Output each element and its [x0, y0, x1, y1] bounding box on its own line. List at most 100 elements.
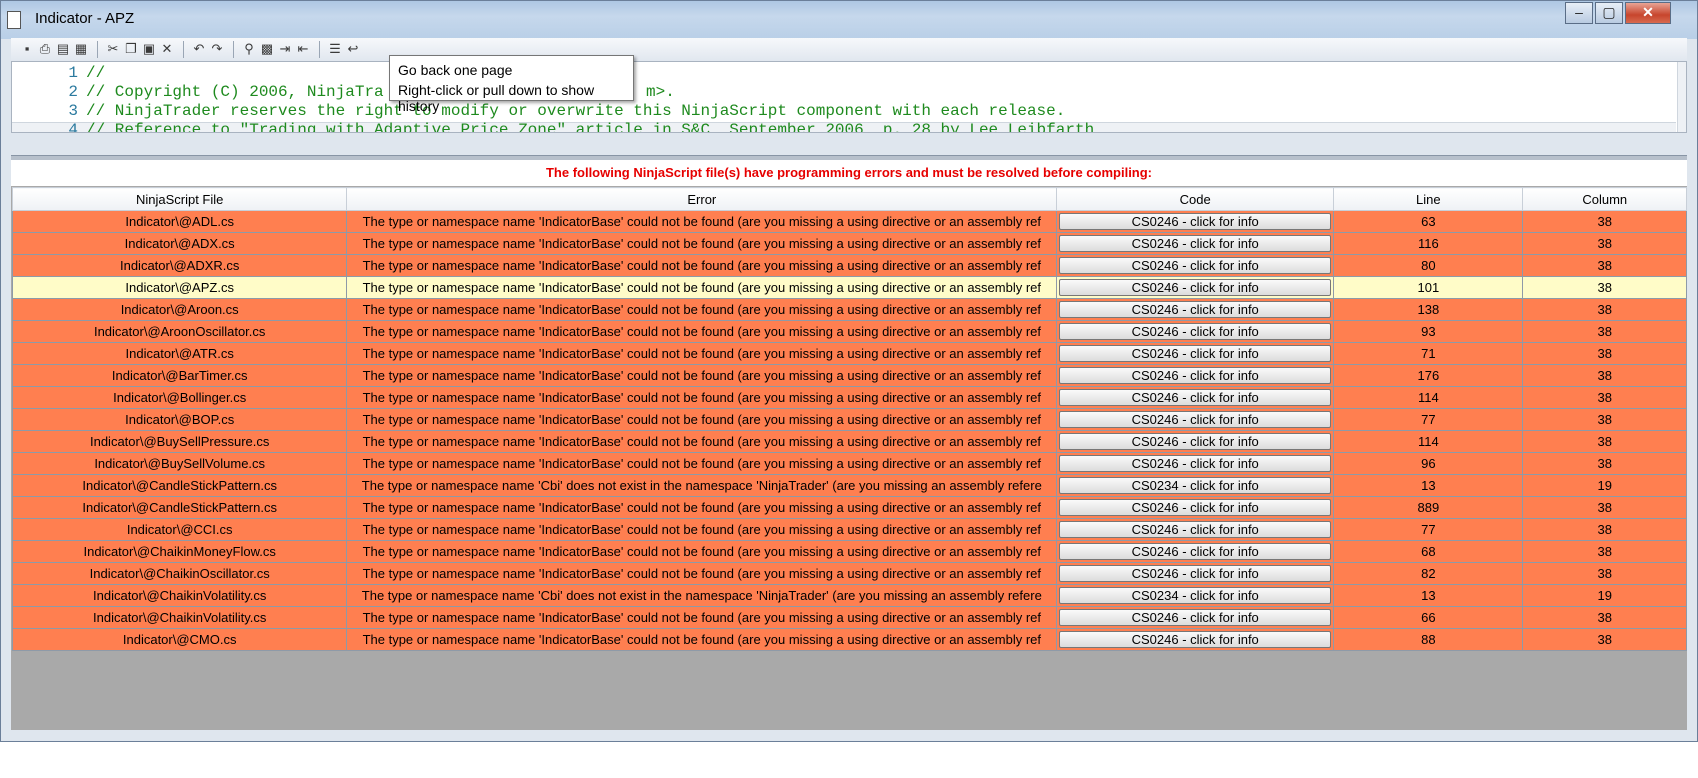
- cell-code: CS0246 - click for info: [1056, 364, 1335, 387]
- code-editor[interactable]: 1//2// Copyright (C) 2006, NinjaTra 3// N…: [11, 61, 1687, 133]
- error-row[interactable]: Indicator\@CCI.cs The type or namespace n…: [11, 518, 1687, 541]
- error-row[interactable]: Indicator\@AroonOscillator.cs The type or…: [11, 320, 1687, 343]
- cell-error: The type or namespace name 'IndicatorBas…: [346, 364, 1058, 387]
- find-icon[interactable]: ⚲: [241, 41, 257, 57]
- error-code-button[interactable]: CS0246 - click for info: [1059, 631, 1332, 648]
- cell-line: 889: [1333, 496, 1524, 519]
- cell-column: 38: [1522, 540, 1687, 563]
- error-code-button[interactable]: CS0234 - click for info: [1059, 477, 1332, 494]
- error-code-button[interactable]: CS0246 - click for info: [1059, 499, 1332, 516]
- cell-line: 176: [1333, 364, 1524, 387]
- save-icon[interactable]: ▪: [19, 41, 35, 57]
- undo-icon[interactable]: ↶: [191, 41, 207, 57]
- error-row[interactable]: Indicator\@ADXR.cs The type or namespace …: [11, 254, 1687, 277]
- code-line[interactable]: 4 // Reference to "Trading with Adaptive …: [12, 121, 1662, 133]
- replace-icon[interactable]: ▩: [259, 41, 275, 57]
- editor-vertical-scrollbar[interactable]: [1677, 62, 1686, 132]
- toolbar-separator: [183, 41, 184, 58]
- error-row[interactable]: Indicator\@CandleStickPattern.cs The type…: [11, 474, 1687, 497]
- error-row[interactable]: Indicator\@ATR.cs The type or namespace n…: [11, 342, 1687, 365]
- error-row[interactable]: Indicator\@BuySellVolume.cs The type or n…: [11, 452, 1687, 475]
- column-header-error[interactable]: Error: [346, 187, 1058, 211]
- copy-icon[interactable]: ❐: [123, 41, 139, 57]
- error-code-button[interactable]: CS0246 - click for info: [1059, 609, 1332, 626]
- error-row[interactable]: Indicator\@ChaikinVolatility.cs The type …: [11, 606, 1687, 629]
- error-code-button[interactable]: CS0234 - click for info: [1059, 587, 1332, 604]
- redo-icon[interactable]: ↷: [209, 41, 225, 57]
- line-number: 4: [68, 121, 78, 133]
- outdent-icon[interactable]: ⇤: [295, 41, 311, 57]
- error-row[interactable]: Indicator\@BuySellPressure.cs The type or…: [11, 430, 1687, 453]
- error-row[interactable]: Indicator\@CandleStickPattern.cs The type…: [11, 496, 1687, 519]
- cell-line: 66: [1333, 606, 1524, 629]
- tooltip-title: Go back one page: [398, 62, 513, 78]
- error-row[interactable]: Indicator\@APZ.cs The type or namespace n…: [11, 276, 1687, 299]
- maximize-button[interactable]: ▢: [1595, 2, 1623, 24]
- cell-file: Indicator\@Bollinger.cs: [11, 386, 348, 409]
- cell-column: 38: [1522, 320, 1687, 343]
- script-editor-window: Indicator - APZ – ▢ ✕ ▪ ⎙ ▤ ▦ ✂ ❐ ▣ ✕ ↶ ↷ ⚲ ▩ ⇥ ⇤ ☰ ↩ 1…: [0, 0, 1698, 742]
- delete-icon[interactable]: ✕: [159, 41, 175, 57]
- cell-column: 38: [1522, 496, 1687, 519]
- code-line[interactable]: 1 //: [12, 64, 1662, 84]
- error-code-button[interactable]: CS0246 - click for info: [1059, 565, 1332, 582]
- cell-column: 38: [1522, 408, 1687, 431]
- error-code-button[interactable]: CS0246 - click for info: [1059, 213, 1332, 230]
- cell-error: The type or namespace name 'IndicatorBas…: [346, 408, 1058, 431]
- error-row[interactable]: Indicator\@BarTimer.cs The type or namesp…: [11, 364, 1687, 387]
- column-header-line[interactable]: Line: [1333, 187, 1524, 211]
- cell-column: 19: [1522, 474, 1687, 497]
- cell-code: CS0246 - click for info: [1056, 606, 1335, 629]
- error-code-button[interactable]: CS0246 - click for info: [1059, 279, 1332, 296]
- error-code-button[interactable]: CS0246 - click for info: [1059, 323, 1332, 340]
- error-row[interactable]: Indicator\@ADX.cs The type or namespace n…: [11, 232, 1687, 255]
- close-button[interactable]: ✕: [1625, 2, 1671, 24]
- cell-error: The type or namespace name 'IndicatorBas…: [346, 430, 1058, 453]
- cell-error: The type or namespace name 'IndicatorBas…: [346, 518, 1058, 541]
- cell-line: 63: [1333, 210, 1524, 233]
- cell-file: Indicator\@BarTimer.cs: [11, 364, 348, 387]
- error-code-button[interactable]: CS0246 - click for info: [1059, 433, 1332, 450]
- paste-icon[interactable]: ▣: [141, 41, 157, 57]
- indent-icon[interactable]: ⇥: [277, 41, 293, 57]
- minimize-button[interactable]: –: [1565, 2, 1593, 24]
- error-row[interactable]: Indicator\@BOP.cs The type or namespace n…: [11, 408, 1687, 431]
- error-code-button[interactable]: CS0246 - click for info: [1059, 389, 1332, 406]
- error-row[interactable]: Indicator\@ChaikinMoneyFlow.cs The type o…: [11, 540, 1687, 563]
- error-code-button[interactable]: CS0246 - click for info: [1059, 301, 1332, 318]
- cell-file: Indicator\@BuySellPressure.cs: [11, 430, 348, 453]
- error-code-button[interactable]: CS0246 - click for info: [1059, 543, 1332, 560]
- error-row[interactable]: Indicator\@ADL.cs The type or namespace n…: [11, 210, 1687, 233]
- error-code-button[interactable]: CS0246 - click for info: [1059, 257, 1332, 274]
- cell-file: Indicator\@ADL.cs: [11, 210, 348, 233]
- cell-file: Indicator\@ATR.cs: [11, 342, 348, 365]
- go-back-icon[interactable]: ↩: [345, 41, 361, 57]
- comment-icon[interactable]: ☰: [327, 41, 343, 57]
- print-icon[interactable]: ⎙: [37, 41, 53, 57]
- column-header-column[interactable]: Column: [1522, 187, 1687, 211]
- error-code-button[interactable]: CS0246 - click for info: [1059, 367, 1332, 384]
- error-row[interactable]: Indicator\@CMO.cs The type or namespace n…: [11, 628, 1687, 651]
- code-line[interactable]: 3// NinjaTrader reserves the right to mo…: [12, 102, 1662, 122]
- error-code-button[interactable]: CS0246 - click for info: [1059, 345, 1332, 362]
- error-code-button[interactable]: CS0246 - click for info: [1059, 455, 1332, 472]
- cut-icon[interactable]: ✂: [105, 41, 121, 57]
- cell-file: Indicator\@ChaikinMoneyFlow.cs: [11, 540, 348, 563]
- error-code-button[interactable]: CS0246 - click for info: [1059, 411, 1332, 428]
- cell-code: CS0246 - click for info: [1056, 232, 1335, 255]
- error-code-button[interactable]: CS0246 - click for info: [1059, 521, 1332, 538]
- cell-line: 88: [1333, 628, 1524, 651]
- error-row[interactable]: Indicator\@ChaikinVolatility.cs The type …: [11, 584, 1687, 607]
- cell-error: The type or namespace name 'IndicatorBas…: [346, 342, 1058, 365]
- error-row[interactable]: Indicator\@Bollinger.cs The type or names…: [11, 386, 1687, 409]
- print-preview-icon[interactable]: ▤: [55, 41, 71, 57]
- error-code-button[interactable]: CS0246 - click for info: [1059, 235, 1332, 252]
- column-header-file[interactable]: NinjaScript File: [11, 187, 348, 211]
- cell-code: CS0246 - click for info: [1056, 562, 1335, 585]
- column-header-code[interactable]: Code: [1056, 187, 1335, 211]
- error-row[interactable]: Indicator\@Aroon.cs The type or namespace…: [11, 298, 1687, 321]
- cell-code: CS0246 - click for info: [1056, 276, 1335, 299]
- error-row[interactable]: Indicator\@ChaikinOscillator.cs The type …: [11, 562, 1687, 585]
- page-setup-icon[interactable]: ▦: [73, 41, 89, 57]
- title-bar[interactable]: Indicator - APZ – ▢ ✕: [1, 1, 1697, 39]
